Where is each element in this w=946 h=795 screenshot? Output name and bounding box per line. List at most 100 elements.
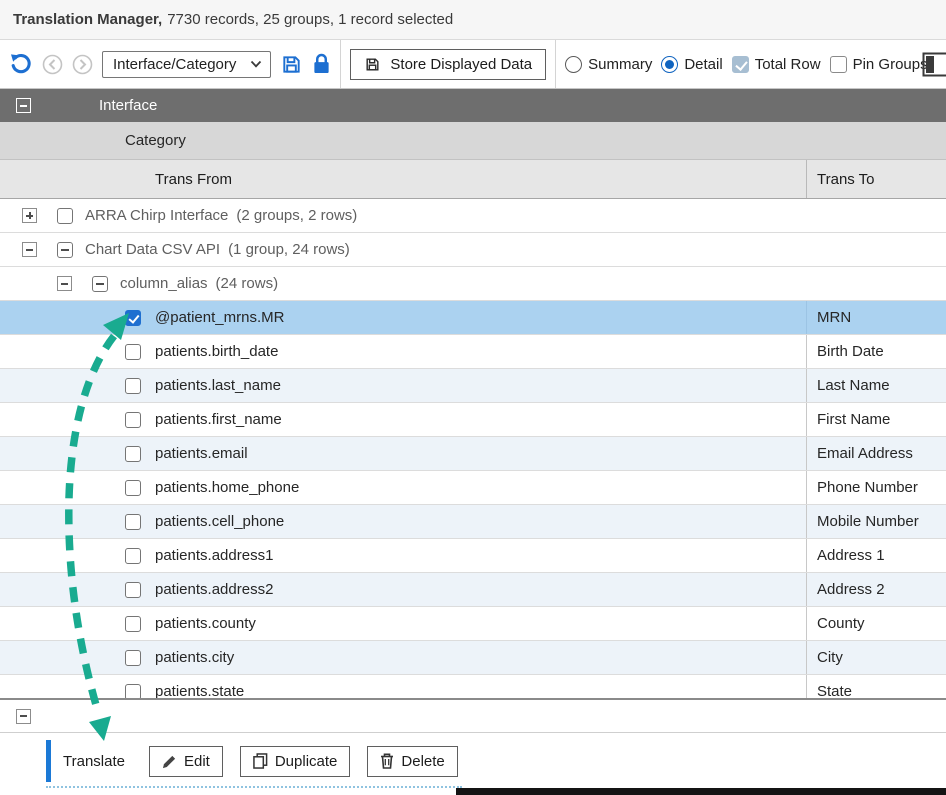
table-row[interactable]: patients.address1Address 1 <box>0 539 946 573</box>
store-displayed-data-button[interactable]: Store Displayed Data <box>350 49 546 80</box>
save-button[interactable] <box>280 53 303 76</box>
edit-button-label: Edit <box>184 753 210 770</box>
trans-to-cell: Birth Date <box>806 335 946 368</box>
trans-to-cell: Email Address <box>806 437 946 470</box>
table-row[interactable]: patients.last_name Last Name <box>0 369 946 403</box>
pencil-icon <box>162 754 177 769</box>
column-header-trans-to[interactable]: Trans To <box>806 160 946 198</box>
group-row[interactable]: Chart Data CSV API (1 group, 24 rows) <box>0 233 946 267</box>
column-header-trans-from[interactable]: Trans From <box>0 160 806 198</box>
delete-button-label: Delete <box>401 753 444 770</box>
duplicate-button[interactable]: Duplicate <box>240 746 351 777</box>
radio-unchecked-icon[interactable] <box>565 56 582 73</box>
group-header-category-label: Category <box>125 132 186 149</box>
store-button-label: Store Displayed Data <box>390 56 532 73</box>
table-row[interactable]: patients.cell_phoneMobile Number <box>0 505 946 539</box>
trans-from-value: patients.last_name <box>155 377 281 394</box>
collapse-icon[interactable] <box>57 276 72 291</box>
table-row[interactable]: patients.countyCounty <box>0 607 946 641</box>
group-checkbox[interactable] <box>92 276 108 292</box>
total-row-checkbox[interactable]: Total Row <box>732 56 821 73</box>
trans-to-cell: Last Name <box>806 369 946 402</box>
group-meta: (1 group, 24 rows) <box>228 241 350 258</box>
table-row[interactable]: patients.home_phone Phone Number <box>0 471 946 505</box>
trans-from-value: patients.email <box>155 445 248 462</box>
toolbar-separator <box>340 40 341 88</box>
row-checkbox[interactable] <box>125 378 141 394</box>
trans-from-cell: patients.address2 <box>0 573 806 606</box>
group-label: Chart Data CSV API <box>85 241 220 258</box>
expand-icon[interactable] <box>22 208 37 223</box>
group-checkbox[interactable] <box>57 242 73 258</box>
trans-from-value: patients.home_phone <box>155 479 299 496</box>
trans-from-value: patients.birth_date <box>155 343 278 360</box>
toolbar-separator <box>555 40 556 88</box>
checkbox-unchecked-icon[interactable] <box>830 56 847 73</box>
group-meta: (24 rows) <box>216 275 279 292</box>
record-summary: 7730 records, 25 groups, 1 record select… <box>167 11 453 28</box>
translate-panel: Translate Edit Duplicate Delete <box>46 736 462 788</box>
trans-from-cell: patients.home_phone <box>0 471 806 504</box>
trans-from-value: patients.first_name <box>155 411 282 428</box>
table-row[interactable]: patients.stateState <box>0 675 946 698</box>
floppy-icon <box>364 56 381 73</box>
translate-panel-label: Translate <box>63 753 125 770</box>
collapse-icon[interactable] <box>22 242 37 257</box>
trans-to-cell: First Name <box>806 403 946 436</box>
collapse-icon[interactable] <box>16 709 31 724</box>
group-row[interactable]: column_alias(24 rows) <box>0 267 946 301</box>
row-checkbox[interactable] <box>125 684 141 699</box>
edit-button[interactable]: Edit <box>149 746 223 777</box>
row-checkbox[interactable] <box>125 310 141 326</box>
group-header-interface: Interface <box>0 89 946 122</box>
refresh-icon <box>9 52 33 76</box>
duplicate-button-label: Duplicate <box>275 753 338 770</box>
group-header-interface-label: Interface <box>99 97 157 114</box>
footer-collapse-row <box>0 700 946 733</box>
checkbox-checked-disabled-icon[interactable] <box>732 56 749 73</box>
summary-radio-label: Summary <box>588 56 652 73</box>
radio-checked-icon[interactable] <box>661 56 678 73</box>
nav-back-button[interactable] <box>42 54 63 75</box>
row-checkbox[interactable] <box>125 548 141 564</box>
row-checkbox[interactable] <box>125 582 141 598</box>
trans-from-cell: patients.state <box>0 675 806 698</box>
row-checkbox[interactable] <box>125 514 141 530</box>
delete-button[interactable]: Delete <box>367 746 457 777</box>
copy-icon <box>253 753 268 769</box>
table-row[interactable]: patients.first_name First Name <box>0 403 946 437</box>
row-checkbox[interactable] <box>125 480 141 496</box>
trans-from-value: patients.address2 <box>155 581 273 598</box>
trans-from-cell: patients.address1 <box>0 539 806 572</box>
table-row[interactable]: patients.cityCity <box>0 641 946 675</box>
toolbar: Interface/Category Sto <box>0 40 946 89</box>
trans-from-cell: patients.city <box>0 641 806 674</box>
table-row[interactable]: patients.email Email Address <box>0 437 946 471</box>
summary-radio[interactable]: Summary <box>565 56 652 73</box>
nav-forward-button[interactable] <box>72 54 93 75</box>
table-row[interactable]: patients.address2Address 2 <box>0 573 946 607</box>
panel-toggle-button[interactable] <box>922 50 946 78</box>
table-row[interactable]: patients.birth_date Birth Date <box>0 335 946 369</box>
pin-groups-checkbox[interactable]: Pin Groups <box>830 56 928 73</box>
trans-to-cell: Phone Number <box>806 471 946 504</box>
row-checkbox[interactable] <box>125 650 141 666</box>
refresh-button[interactable] <box>9 52 33 76</box>
collapse-icon[interactable] <box>16 98 31 113</box>
view-mode-dropdown[interactable]: Interface/Category <box>102 51 271 78</box>
trans-from-value: patients.state <box>155 683 244 698</box>
detail-radio[interactable]: Detail <box>661 56 722 73</box>
chevron-down-icon <box>250 60 262 68</box>
row-checkbox[interactable] <box>125 616 141 632</box>
group-row[interactable]: ARRA Chirp Interface(2 groups, 2 rows) <box>0 199 946 233</box>
row-checkbox[interactable] <box>125 412 141 428</box>
row-checkbox[interactable] <box>125 446 141 462</box>
panel-toggle-icon <box>922 51 946 78</box>
group-checkbox[interactable] <box>57 208 73 224</box>
trans-to-cell: Address 1 <box>806 539 946 572</box>
lock-button[interactable] <box>312 53 331 75</box>
row-checkbox[interactable] <box>125 344 141 360</box>
table-row[interactable]: @patient_mrns.MRMRN <box>0 301 946 335</box>
column-header-row: Trans From Trans To <box>0 160 946 199</box>
nav-forward-icon <box>72 54 93 75</box>
